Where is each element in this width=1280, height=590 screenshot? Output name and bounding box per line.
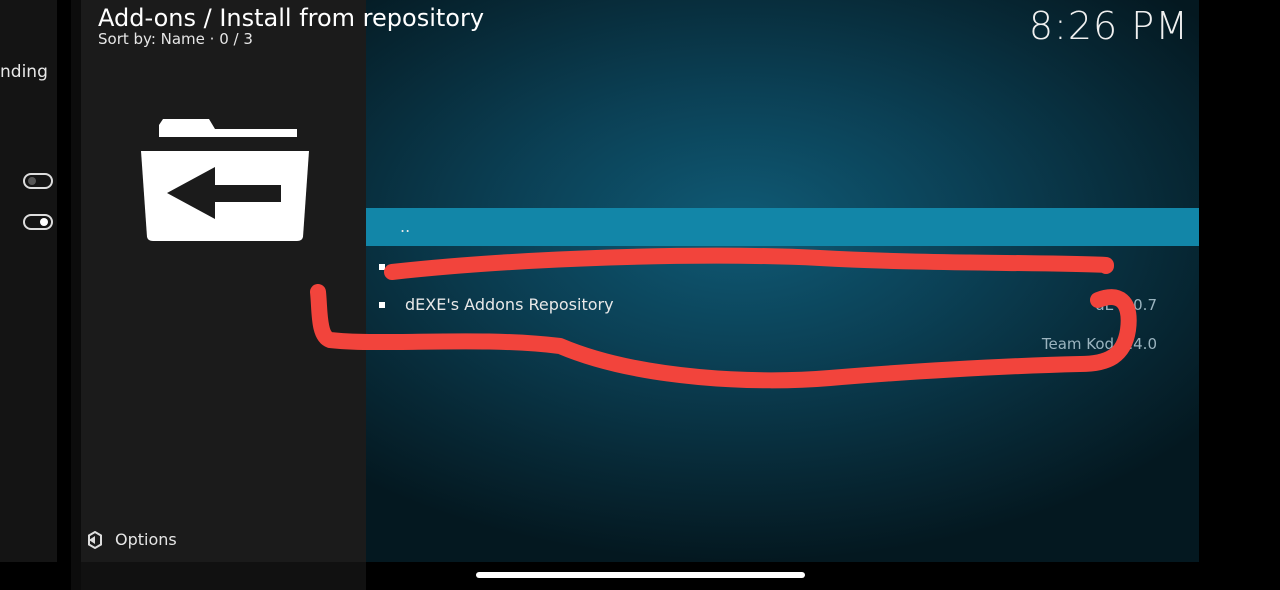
list-item[interactable] — [366, 248, 1199, 286]
folder-back-icon — [141, 119, 309, 241]
background-toggle-off[interactable] — [23, 173, 53, 189]
background-settings-panel: nding — [0, 0, 57, 562]
home-indicator[interactable] — [476, 572, 805, 578]
options-gear-icon — [88, 531, 102, 549]
list-item-parent[interactable]: .. — [366, 208, 1199, 246]
info-pane — [81, 0, 366, 562]
list-item-version: Team Kod 3.4.0 — [1041, 335, 1157, 353]
list-item-dexe-repo[interactable]: dEXE's Addons Repository dE 1.0.7 — [366, 286, 1199, 324]
background-toggle-on[interactable] — [23, 214, 53, 230]
list-bullet — [379, 264, 385, 270]
list-item-label: dEXE's Addons Repository — [405, 295, 614, 314]
list-item-label: .. — [400, 217, 411, 236]
list-bullet — [379, 302, 385, 308]
background-panel-text: nding — [0, 62, 48, 82]
bottom-strip — [81, 562, 366, 590]
list-item[interactable]: Team Kod 3.4.0 — [366, 325, 1199, 363]
list-item-version: dE 1.0.7 — [1095, 296, 1157, 314]
options-label: Options — [115, 530, 177, 549]
page-title: Add-ons / Install from repository — [98, 4, 485, 32]
sort-info[interactable]: Sort by: Name · 0 / 3 — [98, 30, 253, 48]
list-bullet — [379, 341, 385, 347]
window-edge — [71, 0, 81, 590]
clock: 8:26 PM — [1028, 4, 1189, 48]
